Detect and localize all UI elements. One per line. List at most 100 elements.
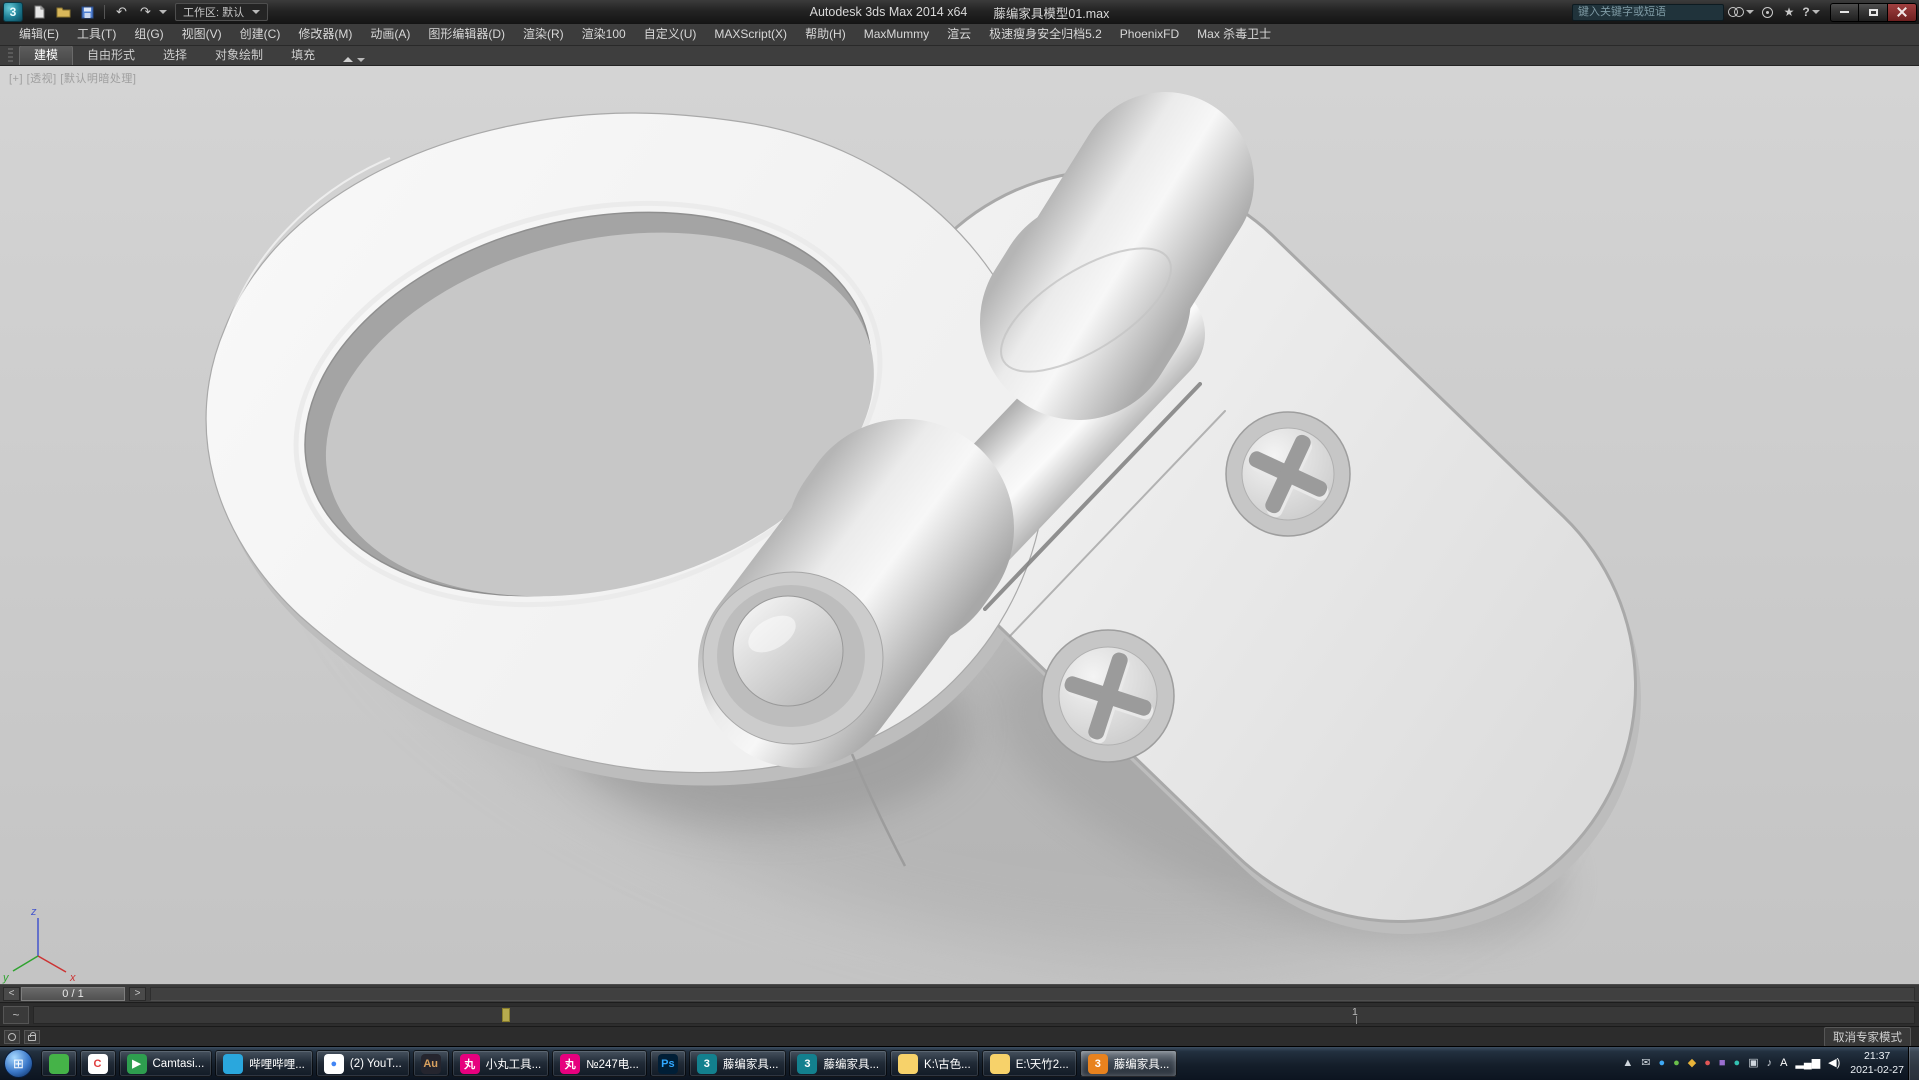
tray-icon[interactable]: ●: [1658, 1058, 1665, 1069]
taskbar-button[interactable]: 3 藤编家具...: [1080, 1050, 1178, 1077]
save-file-button[interactable]: [77, 3, 98, 22]
time-slider-track[interactable]: [150, 987, 1915, 1001]
tray-icon[interactable]: ▲: [1622, 1058, 1633, 1069]
ribbon-tab[interactable]: 建模: [19, 45, 73, 65]
tray-icon[interactable]: ■: [1719, 1058, 1726, 1069]
taskbar-button[interactable]: 哔哩哔哩...: [215, 1050, 313, 1077]
tray-icon[interactable]: ◆: [1688, 1058, 1696, 1069]
undo-history-dropdown-icon[interactable]: [159, 10, 167, 14]
tray-icon[interactable]: A: [1780, 1058, 1787, 1069]
ribbon-tab[interactable]: 选择: [149, 46, 201, 65]
taskbar-button-label: 藤编家具...: [823, 1056, 879, 1072]
menu-item[interactable]: Max 杀毒卫士: [1188, 24, 1280, 45]
taskbar-button[interactable]: ● (2) YouT...: [316, 1050, 410, 1077]
menu-item[interactable]: 图形编辑器(D): [419, 24, 514, 45]
start-button[interactable]: ⊞: [4, 1049, 33, 1078]
next-frame-button[interactable]: >: [129, 987, 146, 1001]
perspective-viewport[interactable]: [+] [透视] [默认明暗处理]: [0, 66, 1919, 984]
menu-item[interactable]: 修改器(M): [289, 24, 361, 45]
3dsmax-app-menu-button[interactable]: 3: [3, 2, 23, 22]
taskbar-button[interactable]: 丸 小丸工具...: [452, 1050, 550, 1077]
taskbar-button[interactable]: C: [80, 1050, 116, 1077]
menu-item[interactable]: MaxMummy: [855, 24, 938, 45]
menu-bar: 编辑(E)工具(T)组(G)视图(V)创建(C)修改器(M)动画(A)图形编辑器…: [0, 24, 1919, 46]
tray-icon[interactable]: ▂▄▆: [1795, 1058, 1820, 1069]
new-file-icon: [33, 5, 46, 19]
new-scene-button[interactable]: [29, 3, 50, 22]
menu-item[interactable]: PhoenixFD: [1111, 24, 1188, 45]
isolate-selection-toggle[interactable]: [4, 1030, 20, 1044]
menu-item[interactable]: 渲云: [938, 24, 980, 45]
time-slider-handle[interactable]: 0 / 1: [21, 987, 125, 1001]
ribbon-tabs: 建模自由形式选择对象绘制填充: [19, 45, 329, 65]
menu-item[interactable]: 自定义(U): [635, 24, 706, 45]
taskbar-button[interactable]: Ps: [650, 1050, 686, 1077]
mini-curve-editor-button[interactable]: ~: [3, 1006, 29, 1024]
taskbar-button[interactable]: 3 藤编家具...: [789, 1050, 887, 1077]
maximize-button[interactable]: [1859, 3, 1888, 22]
tray-icon[interactable]: ●: [1734, 1058, 1741, 1069]
taskbar-button[interactable]: [41, 1050, 77, 1077]
menu-item[interactable]: 创建(C): [231, 24, 290, 45]
tray-icon[interactable]: ♪: [1767, 1058, 1773, 1069]
menu-item[interactable]: 渲染(R): [514, 24, 573, 45]
taskbar-button[interactable]: 3 藤编家具...: [689, 1050, 787, 1077]
tray-icon[interactable]: ●: [1673, 1058, 1680, 1069]
viewport-label-menu[interactable]: [+] [透视] [默认明暗处理]: [9, 70, 136, 86]
menu-item[interactable]: 组(G): [125, 24, 172, 45]
menu-item[interactable]: 视图(V): [173, 24, 231, 45]
previous-frame-button[interactable]: <: [3, 987, 20, 1001]
taskbar-app-icon: 丸: [560, 1054, 580, 1074]
taskbar-button[interactable]: E:\天竹2...: [982, 1050, 1077, 1077]
maximize-icon: [1869, 9, 1878, 16]
tray-icon[interactable]: ✉: [1641, 1058, 1650, 1069]
search-button[interactable]: [1728, 3, 1754, 21]
menu-item[interactable]: 帮助(H): [796, 24, 855, 45]
undo-button[interactable]: ↶: [111, 3, 132, 22]
taskbar-button[interactable]: K:\古色...: [890, 1050, 979, 1077]
communication-center-button[interactable]: [1758, 3, 1776, 21]
taskbar-button[interactable]: Au: [413, 1050, 449, 1077]
redo-button[interactable]: ↷: [135, 3, 156, 22]
track-bar-ruler[interactable]: 1: [33, 1006, 1915, 1024]
menu-item[interactable]: MAXScript(X): [705, 24, 796, 45]
favorites-star-icon: ★: [1784, 5, 1795, 19]
close-button[interactable]: [1888, 3, 1917, 22]
window-controls: [1830, 3, 1917, 22]
menu-item[interactable]: 编辑(E): [10, 24, 68, 45]
ribbon-tab[interactable]: 对象绘制: [201, 46, 277, 65]
cancel-expert-mode-button[interactable]: 取消专家模式: [1824, 1027, 1911, 1047]
menu-item[interactable]: 动画(A): [361, 24, 419, 45]
workspace-label: 工作区: 默认: [183, 4, 244, 20]
tray-icon[interactable]: ●: [1704, 1058, 1711, 1069]
ribbon-minimize-button[interactable]: [343, 57, 365, 62]
search-input[interactable]: [1572, 4, 1724, 21]
system-tray: ▲ ✉ ● ● ◆ ● ■ ● ▣ ♪ A ▂▄▆: [1622, 1058, 1846, 1069]
taskbar-clock[interactable]: 21:37 2021-02-27: [1850, 1050, 1904, 1077]
tray-icon[interactable]: ▣: [1748, 1058, 1758, 1069]
help-button[interactable]: ?: [1802, 3, 1820, 21]
frame-tick-label: 1: [1352, 1006, 1358, 1018]
viewport-canvas[interactable]: z x y: [0, 66, 1919, 984]
taskbar-button[interactable]: 丸 №247电...: [552, 1050, 647, 1077]
taskbar-button[interactable]: ▶ Camtasi...: [119, 1050, 213, 1077]
product-title: Autodesk 3ds Max 2014 x64: [810, 5, 968, 19]
minimize-button[interactable]: [1830, 3, 1859, 22]
ribbon-tab[interactable]: 自由形式: [73, 46, 149, 65]
taskbar-button-label: K:\古色...: [924, 1056, 971, 1072]
workspace-dropdown-icon: [252, 10, 260, 14]
taskbar-button-label: 哔哩哔哩...: [249, 1056, 305, 1072]
ribbon-tab[interactable]: 填充: [277, 46, 329, 65]
taskbar-app-icon: 3: [797, 1054, 817, 1074]
menu-item[interactable]: 极速瘦身安全归档5.2: [980, 24, 1111, 45]
open-file-button[interactable]: [53, 3, 74, 22]
ribbon-grip-handle[interactable]: [8, 48, 13, 62]
menu-item[interactable]: 工具(T): [68, 24, 125, 45]
model-screw-bottom: [1042, 630, 1174, 762]
tray-icon[interactable]: ◀): [1828, 1058, 1840, 1069]
workspace-selector[interactable]: 工作区: 默认: [175, 3, 268, 21]
show-desktop-button[interactable]: [1908, 1047, 1919, 1080]
selection-lock-toggle[interactable]: [24, 1030, 40, 1044]
menu-item[interactable]: 渲染100: [573, 24, 635, 45]
favorites-button[interactable]: ★: [1780, 3, 1798, 21]
